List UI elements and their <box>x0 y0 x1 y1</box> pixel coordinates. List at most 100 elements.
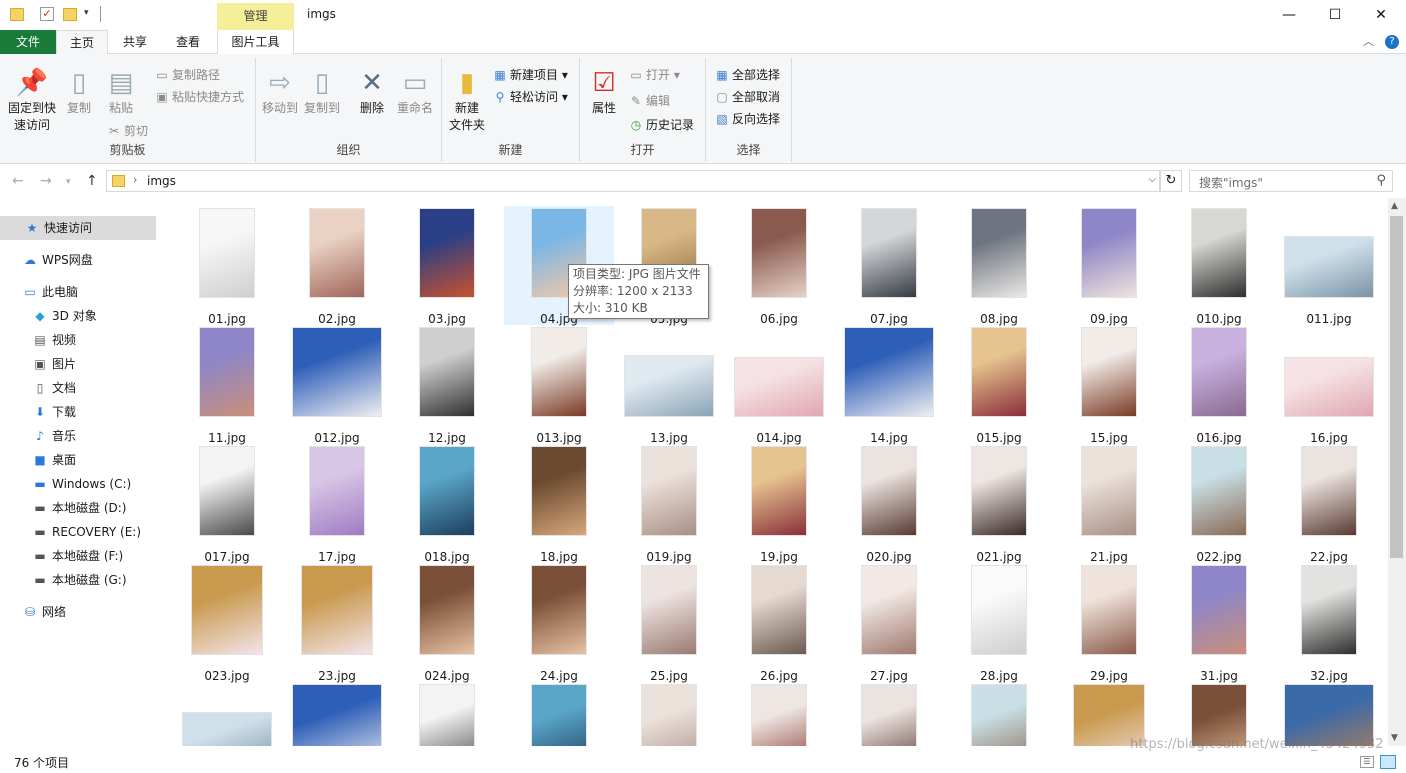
tab-home[interactable]: 主页 <box>56 30 108 55</box>
file-thumbnail[interactable]: 017.jpg <box>172 444 282 564</box>
nav-item[interactable]: ▣ 图片 <box>0 352 156 376</box>
file-thumbnail[interactable]: 28.jpg <box>944 563 1054 683</box>
file-thumbnail[interactable] <box>834 682 944 746</box>
invert-selection-button[interactable]: ▧ 反向选择 <box>714 110 780 128</box>
file-thumbnail[interactable]: 25.jpg <box>614 563 724 683</box>
file-thumbnail[interactable]: 08.jpg <box>944 206 1054 326</box>
address-bar[interactable]: › imgs ⌵ <box>106 170 1160 192</box>
file-thumbnail[interactable]: 019.jpg <box>614 444 724 564</box>
new-item-button[interactable]: ▦ 新建项目 ▾ <box>492 66 568 84</box>
scrollbar-thumb[interactable] <box>1390 216 1403 558</box>
file-thumbnail[interactable]: 011.jpg <box>1274 206 1384 326</box>
file-thumbnail[interactable]: 01.jpg <box>172 206 282 326</box>
file-thumbnail[interactable]: 12.jpg <box>392 325 502 445</box>
nav-item[interactable]: ▬ 本地磁盘 (F:) <box>0 544 156 568</box>
nav-item[interactable]: ▤ 视频 <box>0 328 156 352</box>
vertical-scrollbar[interactable]: ▲ ▼ <box>1388 198 1406 746</box>
copy-button[interactable]: ▯ 复制 <box>62 68 96 117</box>
help-icon[interactable]: ? <box>1385 35 1399 49</box>
easy-access-button[interactable]: ⚲ 轻松访问 ▾ <box>492 88 568 106</box>
file-thumbnail[interactable]: 14.jpg <box>834 325 944 445</box>
scroll-down-arrow-icon[interactable]: ▼ <box>1391 733 1398 743</box>
recent-locations-chevron-icon[interactable]: ▾ <box>66 177 71 187</box>
breadcrumb-imgs[interactable]: imgs <box>147 174 176 188</box>
minimize-button[interactable]: — <box>1266 0 1312 30</box>
copy-path-button[interactable]: ▭ 复制路径 <box>154 66 220 84</box>
paste-button[interactable]: ▤ 粘贴 <box>104 68 138 117</box>
file-thumbnail[interactable] <box>282 682 392 746</box>
file-thumbnail[interactable]: 13.jpg <box>614 325 724 445</box>
details-view-icon[interactable]: ☰ <box>1360 756 1374 768</box>
file-thumbnail[interactable]: 023.jpg <box>172 563 282 683</box>
file-thumbnail[interactable]: 11.jpg <box>172 325 282 445</box>
open-button[interactable]: ▭ 打开 ▾ <box>628 66 680 84</box>
file-thumbnail[interactable]: 27.jpg <box>834 563 944 683</box>
tab-share[interactable]: 共享 <box>110 30 160 54</box>
rename-button[interactable]: ▭ 重命名 <box>394 68 436 117</box>
file-thumbnail[interactable] <box>392 682 502 746</box>
nav-item[interactable]: ▭ 此电脑 <box>0 280 156 304</box>
file-thumbnail[interactable]: 19.jpg <box>724 444 834 564</box>
new-folder-quick-icon[interactable] <box>63 8 77 21</box>
properties-quick-icon[interactable]: ✓ <box>40 7 54 21</box>
select-none-button[interactable]: ▢ 全部取消 <box>714 88 780 106</box>
file-thumbnail[interactable]: 024.jpg <box>392 563 502 683</box>
file-thumbnail[interactable]: 012.jpg <box>282 325 392 445</box>
nav-item[interactable]: ☁ WPS网盘 <box>0 248 156 272</box>
customize-quick-access-dropdown[interactable]: ▾ <box>84 8 89 26</box>
copy-to-button[interactable]: ▯ 复制到 <box>302 68 342 117</box>
properties-button[interactable]: ☑ 属性 <box>586 68 622 117</box>
file-thumbnail[interactable]: 15.jpg <box>1054 325 1164 445</box>
nav-item[interactable]: ▬ 本地磁盘 (G:) <box>0 568 156 592</box>
new-folder-button[interactable]: ▮ 新建 文件夹 <box>446 68 488 134</box>
file-thumbnail[interactable] <box>724 682 834 746</box>
paste-shortcut-button[interactable]: ▣ 粘贴快捷方式 <box>154 88 244 106</box>
search-input[interactable]: 搜索"imgs" ⚲ <box>1189 170 1393 192</box>
file-thumbnail[interactable]: 021.jpg <box>944 444 1054 564</box>
file-thumbnail[interactable]: 17.jpg <box>282 444 392 564</box>
nav-item[interactable]: ▬ 本地磁盘 (D:) <box>0 496 156 520</box>
folder-icon[interactable] <box>10 8 24 21</box>
file-thumbnail[interactable]: 07.jpg <box>834 206 944 326</box>
tab-file[interactable]: 文件 <box>0 30 56 54</box>
nav-item[interactable]: ▬ Windows (C:) <box>0 472 156 496</box>
file-thumbnail[interactable]: 32.jpg <box>1274 563 1384 683</box>
refresh-button[interactable]: ↻ <box>1160 170 1182 192</box>
move-to-button[interactable]: ⇨ 移动到 <box>260 68 300 117</box>
file-thumbnail[interactable] <box>614 682 724 746</box>
nav-item[interactable]: ▯ 文档 <box>0 376 156 400</box>
up-arrow-icon[interactable]: ↑ <box>86 173 98 189</box>
breadcrumb-chevron-icon[interactable]: › <box>133 173 137 186</box>
tab-view[interactable]: 查看 <box>162 30 214 54</box>
file-thumbnail[interactable]: 23.jpg <box>282 563 392 683</box>
file-thumbnail[interactable] <box>944 682 1054 746</box>
large-icons-view-icon[interactable] <box>1380 755 1396 769</box>
file-thumbnail[interactable]: 013.jpg <box>504 325 614 445</box>
nav-item[interactable]: ⬇ 下载 <box>0 400 156 424</box>
pin-quick-access-button[interactable]: 📌 固定到快 速访问 <box>6 68 58 134</box>
file-thumbnail[interactable]: 21.jpg <box>1054 444 1164 564</box>
address-history-dropdown-icon[interactable]: ⌵ <box>1148 174 1156 185</box>
back-arrow-icon[interactable]: ← <box>12 173 24 189</box>
file-thumbnail[interactable]: 26.jpg <box>724 563 834 683</box>
delete-button[interactable]: ✕ 删除 <box>354 68 390 117</box>
file-thumbnail[interactable]: 018.jpg <box>392 444 502 564</box>
nav-item[interactable]: ■ 桌面 <box>0 448 156 472</box>
history-button[interactable]: ◷ 历史记录 <box>628 116 694 134</box>
file-thumbnail[interactable]: 09.jpg <box>1054 206 1164 326</box>
file-thumbnail[interactable]: 22.jpg <box>1274 444 1384 564</box>
nav-item[interactable]: ▬ RECOVERY (E:) <box>0 520 156 544</box>
file-thumbnail[interactable]: 014.jpg <box>724 325 834 445</box>
collapse-ribbon-icon[interactable]: ︿ <box>1363 33 1374 49</box>
edit-button[interactable]: ✎ 编辑 <box>628 92 670 110</box>
context-tab-manage[interactable]: 管理 <box>217 3 294 30</box>
nav-item[interactable]: ◆ 3D 对象 <box>0 304 156 328</box>
file-thumbnail[interactable] <box>172 682 282 746</box>
scroll-up-arrow-icon[interactable]: ▲ <box>1391 201 1398 211</box>
select-all-button[interactable]: ▦ 全部选择 <box>714 66 780 84</box>
maximize-button[interactable]: ☐ <box>1312 0 1358 30</box>
file-thumbnail[interactable]: 06.jpg <box>724 206 834 326</box>
file-thumbnail[interactable]: 02.jpg <box>282 206 392 326</box>
file-thumbnail[interactable]: 022.jpg <box>1164 444 1274 564</box>
file-thumbnail[interactable]: 31.jpg <box>1164 563 1274 683</box>
